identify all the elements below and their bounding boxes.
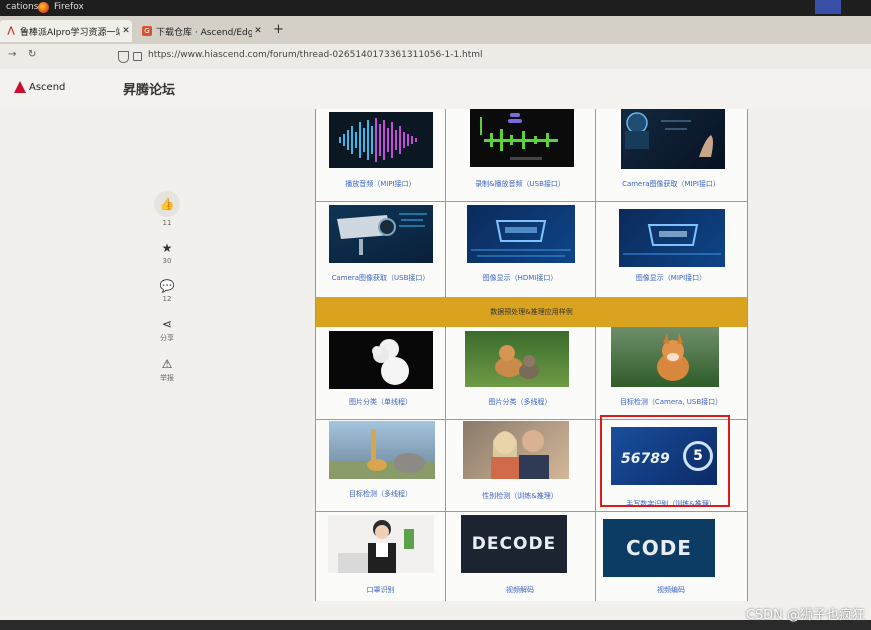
section-banner: 数据预处理&推理应用样例 xyxy=(316,297,747,327)
gitee-icon: G xyxy=(142,26,152,36)
tab-ascend-forum[interactable]: ⋀ 鲁棒派AIpro学习资源一站式 ✕ xyxy=(0,20,132,42)
browser-tab-strip: ⋀ 鲁棒派AIpro学习资源一站式 ✕ G 下载仓库 · Ascend/Edge… xyxy=(0,16,871,44)
report-label: 举报 xyxy=(160,374,174,382)
system-tray-icon[interactable] xyxy=(815,0,841,14)
post-action-sidebar: 👍 11 ★ 30 💬 12 ⋖ 分享 ⚠ 举报 xyxy=(152,191,182,397)
comment-count: 12 xyxy=(162,295,172,303)
gallery-cell-encode[interactable]: CODE 视频编码 xyxy=(595,511,747,601)
thumbs-up-icon[interactable]: 👍 xyxy=(154,191,180,217)
gallery-cell-classify-single[interactable]: 图片分类（单线程） xyxy=(316,327,446,419)
share-label: 分享 xyxy=(160,334,174,342)
gallery-caption[interactable]: Camera图像获取（USB接口） xyxy=(316,273,445,283)
like-action[interactable]: 👍 11 xyxy=(152,191,182,227)
gallery-caption[interactable]: 图像显示（HDMI接口） xyxy=(445,273,595,283)
forward-icon[interactable]: → xyxy=(8,49,16,60)
gallery-caption[interactable]: 图片分类（单线程） xyxy=(316,397,445,407)
dog-and-cat-thumbnail[interactable] xyxy=(465,331,569,387)
gallery-cell-display-hdmi[interactable]: 图像显示（HDMI接口） xyxy=(445,201,596,297)
activities-label[interactable]: cations xyxy=(6,2,38,12)
gallery-cell-audio-play[interactable]: 播放音频（MIPI接口） xyxy=(316,109,446,201)
gallery-row: 播放音频（MIPI接口） 录制&播放音频（USB接口） Camera图像获取（M… xyxy=(316,109,747,202)
forum-title[interactable]: 昇腾论坛 xyxy=(123,79,175,98)
gallery-caption[interactable]: 目标检测（Camera, USB接口） xyxy=(595,397,747,407)
gallery-caption[interactable]: 播放音频（MIPI接口） xyxy=(316,179,445,189)
annotation-highlight-box xyxy=(600,415,730,507)
site-header: Ascend 昇腾论坛 xyxy=(0,69,871,109)
gallery-cell-audio-record[interactable]: 录制&播放音频（USB接口） xyxy=(445,109,596,201)
code-word: CODE xyxy=(626,536,692,560)
favorite-count: 30 xyxy=(162,257,172,265)
ascend-logo-icon xyxy=(14,81,26,93)
close-tab-icon[interactable]: ✕ xyxy=(252,26,264,36)
comment-icon[interactable]: 💬 xyxy=(160,279,175,293)
face-mask-thumbnail[interactable] xyxy=(328,515,434,573)
address-input[interactable]: https://www.hiascend.com/forum/thread-02… xyxy=(148,50,483,60)
mipi-display-thumbnail[interactable] xyxy=(619,209,725,267)
url-toolbar: → ↻ https://www.hiascend.com/forum/threa… xyxy=(0,44,871,69)
shiba-dog-thumbnail[interactable] xyxy=(611,327,719,387)
gallery-cell-detect-multi[interactable]: 目标检测（多线程） xyxy=(316,419,446,511)
giraffe-elephant-thumbnail[interactable] xyxy=(329,421,435,479)
report-action[interactable]: ⚠ 举报 xyxy=(152,357,182,383)
favorite-action[interactable]: ★ 30 xyxy=(152,241,182,265)
gallery-caption[interactable]: 录制&播放音频（USB接口） xyxy=(445,179,595,189)
firefox-icon xyxy=(38,2,49,13)
close-tab-icon[interactable]: ✕ xyxy=(120,26,132,36)
gallery-cell-camera-mipi[interactable]: Camera图像获取（MIPI接口） xyxy=(595,109,747,201)
tab-label: 鲁棒派AIpro学习资源一站式 xyxy=(20,27,120,38)
couple-thumbnail[interactable] xyxy=(463,421,569,479)
gallery-caption[interactable]: 图像显示（MIPI接口） xyxy=(595,273,747,283)
logo-text: Ascend xyxy=(29,81,66,93)
gallery-row: 图片分类（单线程） 图片分类（多线程） 目标检测（Camera, USB接口） xyxy=(316,327,747,420)
gallery-caption[interactable]: 口罩识别 xyxy=(316,585,445,595)
cctv-camera-thumbnail[interactable] xyxy=(329,205,433,263)
screen-bezel xyxy=(0,620,871,630)
hdmi-port-thumbnail[interactable] xyxy=(467,205,575,263)
csdn-watermark: CSDN @狮子也疯狂 xyxy=(745,608,865,623)
encode-thumbnail[interactable]: CODE xyxy=(603,519,715,577)
gallery-caption[interactable]: 视频解码 xyxy=(445,585,595,595)
gallery-caption[interactable]: Camera图像获取（MIPI接口） xyxy=(595,179,747,189)
share-action[interactable]: ⋖ 分享 xyxy=(152,317,182,343)
os-top-bar: cations Firefox xyxy=(0,0,871,16)
page-content: 👍 11 ★ 30 💬 12 ⋖ 分享 ⚠ 举报 播放音频（MIPI接口） 录制… xyxy=(0,109,871,630)
gallery-caption[interactable]: 视频编码 xyxy=(595,585,747,595)
gallery-caption[interactable]: 图片分类（多线程） xyxy=(445,397,595,407)
gallery-cell-mask[interactable]: 口罩识别 xyxy=(316,511,446,601)
gallery-caption[interactable]: 目标检测（多线程） xyxy=(316,489,445,499)
ascend-logo[interactable]: Ascend xyxy=(14,81,65,93)
warning-icon[interactable]: ⚠ xyxy=(162,357,173,371)
decode-thumbnail[interactable]: DECODE xyxy=(461,515,567,573)
browser-app-label[interactable]: Firefox xyxy=(54,2,84,12)
tab-gitee-repo[interactable]: G 下载仓库 · Ascend/EdgeAi ✕ xyxy=(136,20,264,42)
gallery-caption[interactable]: 性别检测（训练&推理） xyxy=(445,491,595,501)
sample-gallery-table: 播放音频（MIPI接口） 录制&播放音频（USB接口） Camera图像获取（M… xyxy=(315,109,748,601)
comment-action[interactable]: 💬 12 xyxy=(152,279,182,303)
gallery-cell-camera-usb[interactable]: Camera图像获取（USB接口） xyxy=(316,201,446,297)
gallery-row: Camera图像获取（USB接口） 图像显示（HDMI接口） 图像显示（MIPI… xyxy=(316,201,747,298)
star-icon[interactable]: ★ xyxy=(162,241,173,255)
audio-editor-thumbnail[interactable] xyxy=(470,109,574,167)
camera-hand-thumbnail[interactable] xyxy=(621,109,725,169)
share-icon[interactable]: ⋖ xyxy=(162,317,172,331)
new-tab-button[interactable]: + xyxy=(273,22,284,37)
gallery-cell-classify-multi[interactable]: 图片分类（多线程） xyxy=(445,327,596,419)
ascend-logo-icon: ⋀ xyxy=(7,26,15,36)
poodle-thumbnail[interactable] xyxy=(329,331,433,389)
audio-waveform-thumbnail[interactable] xyxy=(329,112,433,168)
gallery-row: 口罩识别 DECODE 视频解码 CODE 视频编码 xyxy=(316,511,747,601)
tab-label: 下载仓库 · Ascend/EdgeAi xyxy=(156,27,252,38)
tracking-shield-icon[interactable] xyxy=(118,51,129,63)
gallery-cell-detect-camera[interactable]: 目标检测（Camera, USB接口） xyxy=(595,327,747,419)
reload-icon[interactable]: ↻ xyxy=(28,49,36,60)
like-count: 11 xyxy=(162,219,172,227)
gallery-cell-display-mipi[interactable]: 图像显示（MIPI接口） xyxy=(595,201,747,297)
decode-word: DECODE xyxy=(471,534,557,554)
lock-icon[interactable] xyxy=(133,52,142,61)
gallery-cell-gender[interactable]: 性别检测（训练&推理） xyxy=(445,419,596,511)
gallery-cell-decode[interactable]: DECODE 视频解码 xyxy=(445,511,596,601)
